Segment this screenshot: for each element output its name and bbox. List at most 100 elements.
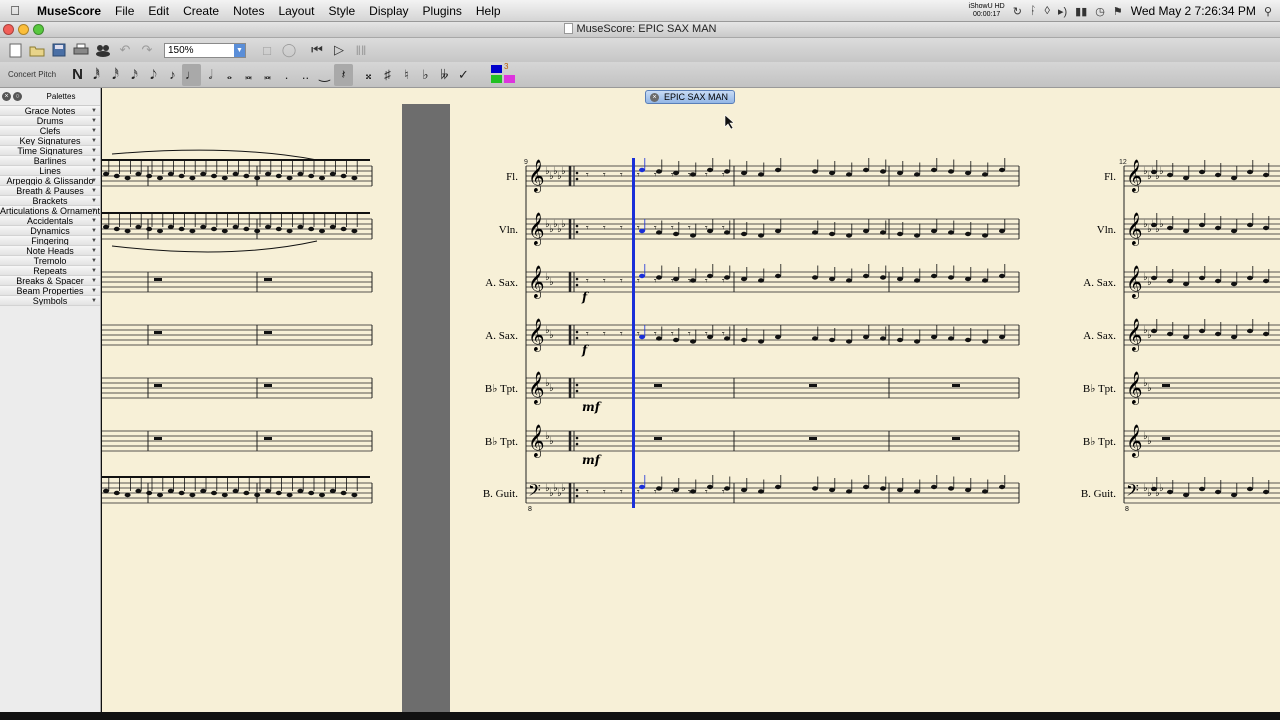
natural-icon[interactable]: ♮ <box>397 64 416 86</box>
duration-whole-icon[interactable]: 𝅝 <box>220 64 239 86</box>
play-icon[interactable]: ▷ <box>328 40 350 60</box>
note-head <box>897 276 903 282</box>
duration-quarter-icon[interactable]: ♩ <box>182 63 201 86</box>
voice-3-button[interactable]: 3 <box>504 62 515 72</box>
save-icon[interactable] <box>48 40 70 60</box>
flat-icon[interactable]: ♭ <box>416 64 435 86</box>
menu-notes[interactable]: Notes <box>226 0 271 22</box>
palette-item[interactable]: Fingering ▼ <box>0 236 100 246</box>
time-machine-icon[interactable]: ◷ <box>1095 5 1105 18</box>
palette-item[interactable]: Breath & Pauses ▼ <box>0 186 100 196</box>
note-head <box>999 334 1005 340</box>
menu-app-name[interactable]: MuseScore <box>30 0 108 22</box>
note-head <box>775 167 781 173</box>
palette-item[interactable]: Drums ▼ <box>0 116 100 126</box>
mixer-icon[interactable] <box>92 40 114 60</box>
concert-pitch-toggle[interactable]: Concert Pitch <box>0 70 68 79</box>
open-file-icon[interactable] <box>26 40 48 60</box>
eighth-rest: 𝄾 <box>620 329 623 340</box>
duration-breve-icon[interactable]: 𝅜 <box>239 64 258 86</box>
rest-icon[interactable]: 𝄽 <box>334 63 353 86</box>
print-icon[interactable] <box>70 40 92 60</box>
note-head <box>1199 328 1205 334</box>
menu-plugins[interactable]: Plugins <box>416 0 469 22</box>
redo-icon[interactable]: ↷ <box>136 40 158 60</box>
score-tab[interactable]: × EPIC SAX MAN <box>645 90 736 104</box>
zoom-select[interactable]: 150% ▼ <box>164 42 246 58</box>
flag-icon[interactable]: ⚑ <box>1113 5 1123 18</box>
rewind-icon[interactable]: ⏮ <box>306 40 328 60</box>
palette-item[interactable]: Lines ▼ <box>0 166 100 176</box>
palette-item[interactable]: Beam Properties ▼ <box>0 286 100 296</box>
duration-64th-icon[interactable]: 𝅘𝅥𝅰 <box>106 64 125 86</box>
duration-128th-icon[interactable]: 𝅘𝅥𝅱 <box>87 64 106 86</box>
close-panel-icon[interactable]: × <box>2 92 11 101</box>
wifi-icon[interactable]: ◊ <box>1045 5 1050 17</box>
repeat-icon[interactable]: ‖‖ <box>350 40 372 60</box>
menu-display[interactable]: Display <box>362 0 415 22</box>
voice-1-button[interactable] <box>491 64 502 73</box>
menu-create[interactable]: Create <box>176 0 226 22</box>
menu-style[interactable]: Style <box>321 0 362 22</box>
spotlight-icon[interactable]: ⚲ <box>1264 5 1272 18</box>
recording-indicator[interactable]: iShowU HD 00:00:17 <box>969 3 1005 19</box>
menubar-clock[interactable]: Wed May 2 7:26:34 PM <box>1131 4 1256 18</box>
palette-item[interactable]: Note Heads ▼ <box>0 246 100 256</box>
palette-item[interactable]: Barlines ▼ <box>0 156 100 166</box>
palette-item-label: Dynamics <box>30 226 70 236</box>
double-dot-icon[interactable]: .. <box>296 64 315 86</box>
double-flat-icon[interactable]: 𝄫 <box>435 64 454 86</box>
apple-icon[interactable]:  <box>0 3 30 18</box>
palette-item[interactable]: Breaks & Spacer ▼ <box>0 276 100 286</box>
palette-item[interactable]: Dynamics ▼ <box>0 226 100 236</box>
palette-item[interactable]: Repeats ▼ <box>0 266 100 276</box>
palette-item[interactable]: Grace Notes ▼ <box>0 106 100 116</box>
duration-longa-icon[interactable]: 𝅜 <box>258 64 277 86</box>
undo-icon[interactable]: ↶ <box>114 40 136 60</box>
duration-32nd-icon[interactable]: 𝅘𝅥𝅯 <box>125 64 144 86</box>
palette-item[interactable]: Accidentals ▼ <box>0 216 100 226</box>
palette-item[interactable]: Tremolo ▼ <box>0 256 100 266</box>
menu-help[interactable]: Help <box>469 0 508 22</box>
note-input-mode-button[interactable]: N <box>68 64 87 86</box>
palette-item[interactable]: Brackets ▼ <box>0 196 100 206</box>
note-head <box>297 224 304 230</box>
dot-icon[interactable]: . <box>277 64 296 86</box>
double-sharp-icon[interactable]: 𝄪 <box>359 64 378 86</box>
palette-item[interactable]: Arpeggio & Glissando ▼ <box>0 176 100 186</box>
battery-icon[interactable]: ▮▮ <box>1075 5 1087 18</box>
new-file-icon[interactable] <box>4 40 26 60</box>
sharp-icon[interactable]: ♯ <box>378 64 397 86</box>
eighth-rest: 𝄾 <box>603 487 606 498</box>
loop-icon[interactable]: ◯ <box>278 40 300 60</box>
duration-half-icon[interactable]: 𝅗𝅥 <box>201 64 220 86</box>
score-canvas[interactable]: 912Fl.Fl.𝄞𝄞♭♭♭♭♭♭♭♭♭♭𝄾𝄾𝄾𝄾𝄾𝄾𝄾𝄾𝄾Vln.Vln.𝄞𝄞… <box>102 88 1280 712</box>
note-head <box>965 276 971 282</box>
sync-icon[interactable]: ↻ <box>1013 5 1022 18</box>
eighth-rest: 𝄾 <box>637 329 640 340</box>
note-head <box>639 484 645 490</box>
float-panel-icon[interactable]: ○ <box>13 92 22 101</box>
bluetooth-icon[interactable]: ᛛ <box>1030 5 1037 17</box>
palette-item[interactable]: Key Signatures ▼ <box>0 136 100 146</box>
midi-input-icon[interactable]: □ <box>256 40 278 60</box>
duration-eighth-icon[interactable]: ♪ <box>163 64 182 86</box>
tie-icon[interactable]: ‿ <box>315 64 334 86</box>
volume-icon[interactable]: ▸) <box>1058 5 1067 18</box>
note-head <box>232 488 239 494</box>
palette-item[interactable]: Articulations & Ornaments ▼ <box>0 206 100 216</box>
note-head <box>639 334 645 340</box>
palette-item[interactable]: Time Signatures ▼ <box>0 146 100 156</box>
voice-4-button[interactable] <box>504 74 515 83</box>
close-tab-icon[interactable]: × <box>650 93 659 102</box>
palette-item[interactable]: Clefs ▼ <box>0 126 100 136</box>
voice-2-button[interactable] <box>491 74 502 83</box>
menu-layout[interactable]: Layout <box>271 0 321 22</box>
note-head <box>1151 169 1157 175</box>
note-head <box>254 492 261 498</box>
palette-item[interactable]: Symbols ▼ <box>0 296 100 306</box>
duration-16th-icon[interactable]: 𝅘𝅥𝅮 <box>144 64 163 86</box>
flip-stem-icon[interactable]: ✓ <box>454 64 473 86</box>
menu-file[interactable]: File <box>108 0 141 22</box>
menu-edit[interactable]: Edit <box>141 0 176 22</box>
